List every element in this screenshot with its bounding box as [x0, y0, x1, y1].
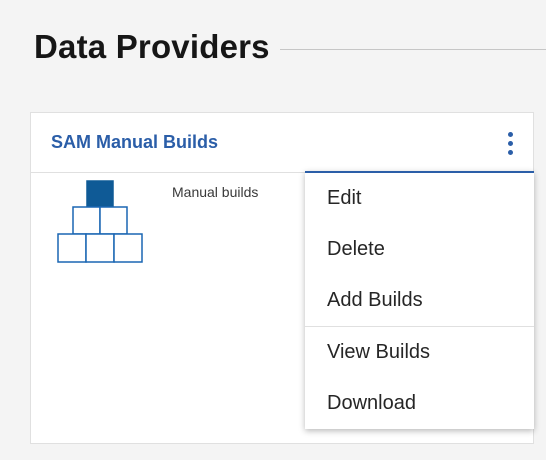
- card-description: Manual builds: [172, 184, 259, 200]
- menu-item-view-builds[interactable]: View Builds: [305, 327, 534, 378]
- card-header: SAM Manual Builds: [31, 113, 533, 173]
- menu-item-edit[interactable]: Edit: [305, 173, 534, 224]
- page-title: Data Providers: [34, 28, 270, 65]
- section-divider: [279, 48, 546, 50]
- overflow-dot: [507, 149, 513, 155]
- overflow-dot: [507, 140, 513, 146]
- overflow-menu: Edit Delete Add Builds View Builds Downl…: [305, 171, 534, 429]
- overflow-menu-icon[interactable]: [497, 123, 523, 163]
- overflow-dot: [507, 131, 513, 137]
- menu-item-delete[interactable]: Delete: [305, 224, 534, 275]
- card-title[interactable]: SAM Manual Builds: [51, 132, 218, 153]
- pyramid-blocks-icon: [57, 180, 143, 263]
- menu-item-add-builds[interactable]: Add Builds: [305, 275, 534, 326]
- menu-item-download[interactable]: Download: [305, 378, 534, 429]
- section-header: Data Providers: [34, 22, 546, 72]
